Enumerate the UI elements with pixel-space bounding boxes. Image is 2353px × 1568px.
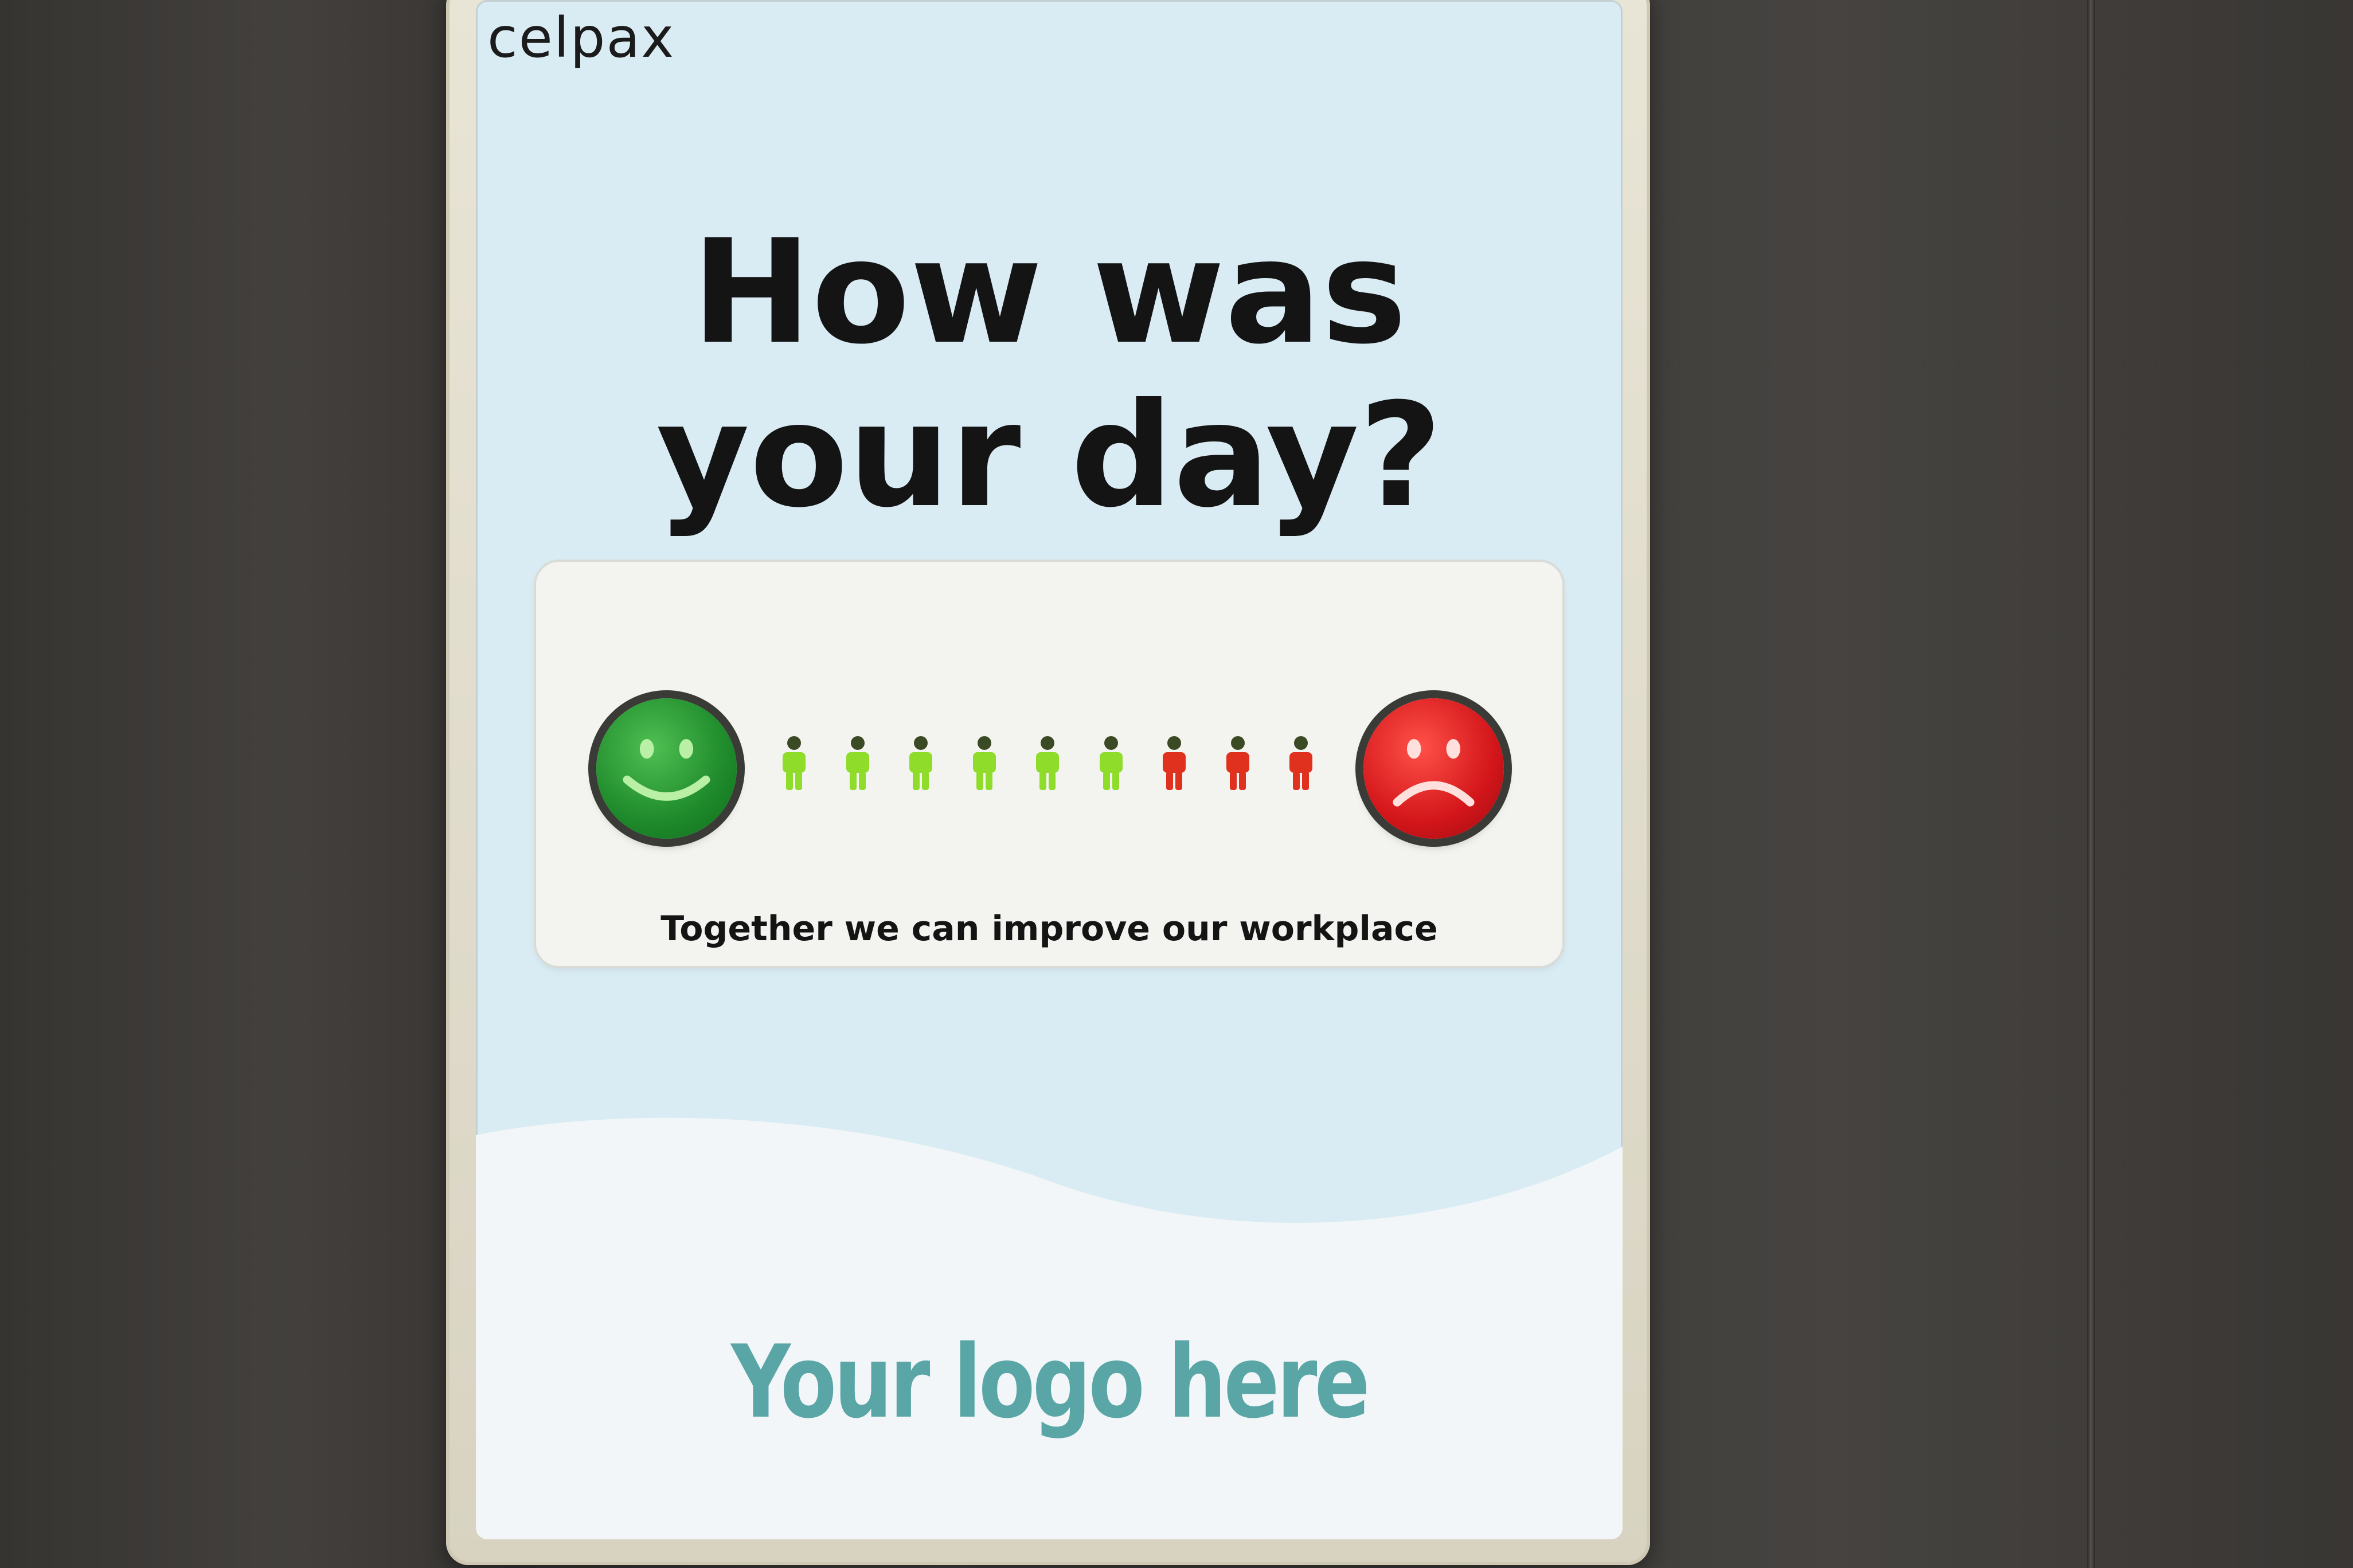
person-indicator-icon: [1094, 735, 1128, 792]
person-indicator-icon: [841, 735, 875, 792]
person-indicator-icon: [777, 735, 811, 792]
caption: Together we can improve our workplace: [660, 909, 1438, 949]
person-indicator-icon: [1030, 735, 1065, 792]
person-indicator-icon: [904, 735, 938, 792]
person-indicator-icon: [1284, 735, 1318, 792]
frowning-face-icon: [1393, 739, 1475, 807]
brand-logo: celpax: [487, 6, 675, 70]
smiley-face-icon: [623, 739, 710, 801]
headline-line-1: How was: [691, 209, 1407, 376]
happy-face-button[interactable]: [596, 698, 737, 839]
headline-line-2: your day?: [656, 372, 1443, 539]
logo-placeholder: Your logo here: [731, 1324, 1370, 1441]
sad-face-button[interactable]: [1363, 698, 1504, 839]
person-indicator-icon: [1157, 735, 1191, 792]
person-indicator-icon: [967, 735, 1002, 792]
wall-panel-seam: [2087, 0, 2095, 1568]
person-indicator-icon: [1221, 735, 1255, 792]
